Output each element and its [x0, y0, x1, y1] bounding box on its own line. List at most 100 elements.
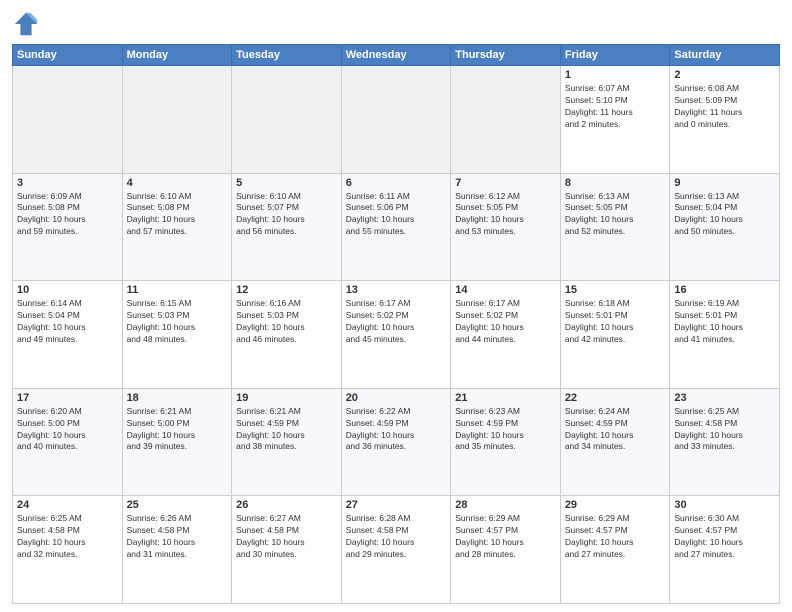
day-number: 7 [455, 177, 556, 189]
calendar-cell: 7 Sunrise: 6:12 AM Sunset: 5:05 PM Daylig… [451, 173, 561, 281]
day-info: Sunrise: 6:30 AM Sunset: 4:57 PM Dayligh… [674, 513, 775, 561]
day-info: Sunrise: 6:20 AM Sunset: 5:00 PM Dayligh… [17, 406, 118, 454]
calendar-cell: 4 Sunrise: 6:10 AM Sunset: 5:08 PM Daylig… [122, 173, 232, 281]
day-info: Sunrise: 6:25 AM Sunset: 4:58 PM Dayligh… [674, 406, 775, 454]
weekday-friday: Friday [560, 45, 670, 66]
day-number: 20 [346, 392, 447, 404]
calendar-cell: 3 Sunrise: 6:09 AM Sunset: 5:08 PM Daylig… [13, 173, 123, 281]
calendar-cell: 21 Sunrise: 6:23 AM Sunset: 4:59 PM Dayli… [451, 388, 561, 496]
page-header [12, 10, 780, 38]
page-container: SundayMondayTuesdayWednesdayThursdayFrid… [0, 0, 792, 612]
day-info: Sunrise: 6:07 AM Sunset: 5:10 PM Dayligh… [565, 83, 666, 131]
day-info: Sunrise: 6:17 AM Sunset: 5:02 PM Dayligh… [455, 298, 556, 346]
calendar-cell [451, 66, 561, 174]
calendar-row-1: 1 Sunrise: 6:07 AM Sunset: 5:10 PM Daylig… [13, 66, 780, 174]
calendar-cell: 14 Sunrise: 6:17 AM Sunset: 5:02 PM Dayli… [451, 281, 561, 389]
day-info: Sunrise: 6:08 AM Sunset: 5:09 PM Dayligh… [674, 83, 775, 131]
day-number: 27 [346, 499, 447, 511]
day-number: 21 [455, 392, 556, 404]
day-number: 28 [455, 499, 556, 511]
day-number: 5 [236, 177, 337, 189]
day-info: Sunrise: 6:11 AM Sunset: 5:06 PM Dayligh… [346, 191, 447, 239]
day-info: Sunrise: 6:23 AM Sunset: 4:59 PM Dayligh… [455, 406, 556, 454]
day-number: 1 [565, 69, 666, 81]
day-number: 17 [17, 392, 118, 404]
day-number: 14 [455, 284, 556, 296]
day-number: 22 [565, 392, 666, 404]
calendar-cell: 29Sunrise: 6:29 AM Sunset: 4:57 PM Dayli… [560, 496, 670, 604]
calendar-cell: 9 Sunrise: 6:13 AM Sunset: 5:04 PM Daylig… [670, 173, 780, 281]
logo [12, 10, 44, 38]
day-number: 13 [346, 284, 447, 296]
calendar-cell: 25 Sunrise: 6:26 AM Sunset: 4:58 PM Dayli… [122, 496, 232, 604]
calendar-cell [341, 66, 451, 174]
calendar-row-5: 24 Sunrise: 6:25 AM Sunset: 4:58 PM Dayli… [13, 496, 780, 604]
calendar-cell: 20 Sunrise: 6:22 AM Sunset: 4:59 PM Dayli… [341, 388, 451, 496]
day-number: 15 [565, 284, 666, 296]
day-info: Sunrise: 6:10 AM Sunset: 5:07 PM Dayligh… [236, 191, 337, 239]
day-number: 9 [674, 177, 775, 189]
calendar-cell: 10 Sunrise: 6:14 AM Sunset: 5:04 PM Dayli… [13, 281, 123, 389]
day-number: 26 [236, 499, 337, 511]
day-info: Sunrise: 6:29 AM Sunset: 4:57 PM Dayligh… [455, 513, 556, 561]
day-info: Sunrise: 6:12 AM Sunset: 5:05 PM Dayligh… [455, 191, 556, 239]
weekday-sunday: Sunday [13, 45, 123, 66]
day-info: Sunrise: 6:28 AM Sunset: 4:58 PM Dayligh… [346, 513, 447, 561]
day-info: Sunrise: 6:13 AM Sunset: 5:04 PM Dayligh… [674, 191, 775, 239]
day-info: Sunrise: 6:19 AM Sunset: 5:01 PM Dayligh… [674, 298, 775, 346]
calendar-cell: 6 Sunrise: 6:11 AM Sunset: 5:06 PM Daylig… [341, 173, 451, 281]
day-info: Sunrise: 6:26 AM Sunset: 4:58 PM Dayligh… [127, 513, 228, 561]
day-number: 4 [127, 177, 228, 189]
weekday-saturday: Saturday [670, 45, 780, 66]
day-number: 12 [236, 284, 337, 296]
day-number: 3 [17, 177, 118, 189]
day-number: 30 [674, 499, 775, 511]
calendar-cell [232, 66, 342, 174]
day-number: 6 [346, 177, 447, 189]
calendar-row-2: 3 Sunrise: 6:09 AM Sunset: 5:08 PM Daylig… [13, 173, 780, 281]
calendar-cell: 24 Sunrise: 6:25 AM Sunset: 4:58 PM Dayli… [13, 496, 123, 604]
calendar-cell: 27 Sunrise: 6:28 AM Sunset: 4:58 PM Dayli… [341, 496, 451, 604]
day-info: Sunrise: 6:15 AM Sunset: 5:03 PM Dayligh… [127, 298, 228, 346]
day-info: Sunrise: 6:18 AM Sunset: 5:01 PM Dayligh… [565, 298, 666, 346]
day-number: 8 [565, 177, 666, 189]
calendar-cell: 18Sunrise: 6:21 AM Sunset: 5:00 PM Dayli… [122, 388, 232, 496]
day-info: Sunrise: 6:13 AM Sunset: 5:05 PM Dayligh… [565, 191, 666, 239]
calendar-row-3: 10 Sunrise: 6:14 AM Sunset: 5:04 PM Dayli… [13, 281, 780, 389]
day-number: 24 [17, 499, 118, 511]
day-info: Sunrise: 6:09 AM Sunset: 5:08 PM Dayligh… [17, 191, 118, 239]
day-number: 2 [674, 69, 775, 81]
day-info: Sunrise: 6:29 AM Sunset: 4:57 PM Dayligh… [565, 513, 666, 561]
calendar-table: SundayMondayTuesdayWednesdayThursdayFrid… [12, 44, 780, 604]
logo-icon [12, 10, 40, 38]
day-number: 16 [674, 284, 775, 296]
calendar-cell: 8 Sunrise: 6:13 AM Sunset: 5:05 PM Daylig… [560, 173, 670, 281]
calendar-cell: 1 Sunrise: 6:07 AM Sunset: 5:10 PM Daylig… [560, 66, 670, 174]
weekday-monday: Monday [122, 45, 232, 66]
day-info: Sunrise: 6:22 AM Sunset: 4:59 PM Dayligh… [346, 406, 447, 454]
day-info: Sunrise: 6:17 AM Sunset: 5:02 PM Dayligh… [346, 298, 447, 346]
day-number: 25 [127, 499, 228, 511]
calendar-cell: 15 Sunrise: 6:18 AM Sunset: 5:01 PM Dayli… [560, 281, 670, 389]
weekday-thursday: Thursday [451, 45, 561, 66]
calendar-cell: 19Sunrise: 6:21 AM Sunset: 4:59 PM Dayli… [232, 388, 342, 496]
day-number: 10 [17, 284, 118, 296]
calendar-cell [13, 66, 123, 174]
day-info: Sunrise: 6:25 AM Sunset: 4:58 PM Dayligh… [17, 513, 118, 561]
calendar-cell: 17 Sunrise: 6:20 AM Sunset: 5:00 PM Dayli… [13, 388, 123, 496]
calendar-cell: 12Sunrise: 6:16 AM Sunset: 5:03 PM Dayli… [232, 281, 342, 389]
calendar-cell [122, 66, 232, 174]
day-info: Sunrise: 6:21 AM Sunset: 5:00 PM Dayligh… [127, 406, 228, 454]
calendar-cell: 28 Sunrise: 6:29 AM Sunset: 4:57 PM Dayli… [451, 496, 561, 604]
day-number: 23 [674, 392, 775, 404]
day-info: Sunrise: 6:24 AM Sunset: 4:59 PM Dayligh… [565, 406, 666, 454]
day-info: Sunrise: 6:14 AM Sunset: 5:04 PM Dayligh… [17, 298, 118, 346]
calendar-cell: 23 Sunrise: 6:25 AM Sunset: 4:58 PM Dayli… [670, 388, 780, 496]
day-info: Sunrise: 6:10 AM Sunset: 5:08 PM Dayligh… [127, 191, 228, 239]
calendar-row-4: 17 Sunrise: 6:20 AM Sunset: 5:00 PM Dayli… [13, 388, 780, 496]
day-number: 11 [127, 284, 228, 296]
calendar-cell: 26Sunrise: 6:27 AM Sunset: 4:58 PM Dayli… [232, 496, 342, 604]
calendar-cell: 5 Sunrise: 6:10 AM Sunset: 5:07 PM Daylig… [232, 173, 342, 281]
calendar-cell: 13 Sunrise: 6:17 AM Sunset: 5:02 PM Dayli… [341, 281, 451, 389]
calendar-cell: 30 Sunrise: 6:30 AM Sunset: 4:57 PM Dayli… [670, 496, 780, 604]
